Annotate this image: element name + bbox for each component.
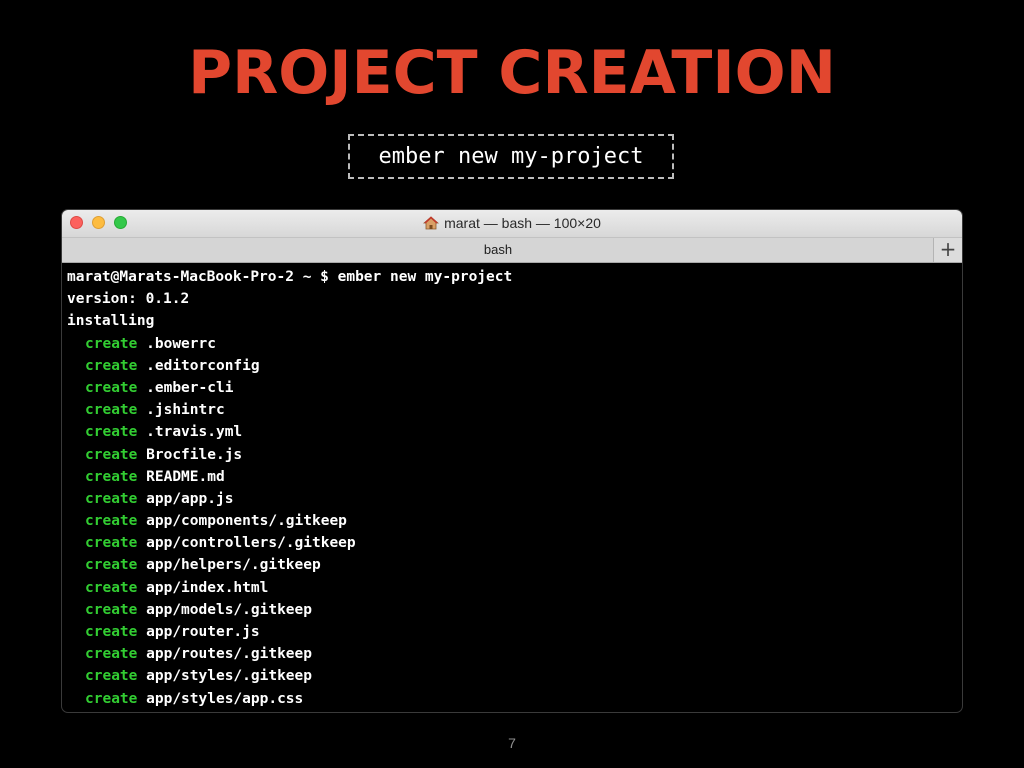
terminal-line: create .travis.yml (67, 421, 962, 443)
terminal-keyword: create (85, 624, 138, 640)
terminal-text: .travis.yml (146, 424, 243, 441)
terminal-keyword: create (85, 668, 138, 685)
terminal-line: create .editorconfig (67, 355, 962, 377)
terminal-line: create app/models/.gitkeep (67, 599, 962, 621)
terminal-text: marat@Marats-MacBook-Pro-2 ~ $ ember new… (67, 269, 513, 285)
terminal-line: create app/app.js (67, 488, 962, 510)
terminal-text: Brocfile.js (146, 446, 243, 463)
slide: PROJECT CREATION ember new my-project ma… (0, 0, 1024, 768)
terminal-keyword: create (85, 601, 138, 618)
window-title-text: marat — bash — 100×20 (444, 215, 601, 231)
terminal-line: installing (67, 310, 962, 332)
terminal-line: marat@Marats-MacBook-Pro-2 ~ $ ember new… (67, 266, 962, 288)
terminal-text: README.md (146, 468, 225, 485)
terminal-keyword: create (85, 490, 138, 507)
terminal-keyword: create (85, 446, 138, 463)
terminal-text: installing (67, 313, 155, 330)
terminal-line: create app/router.js (67, 621, 962, 643)
tab-bar: bash + (62, 237, 962, 263)
terminal-line: create Brocfile.js (67, 444, 962, 466)
home-icon (423, 212, 440, 239)
terminal-keyword: create (85, 424, 138, 441)
terminal-keyword: create (85, 335, 138, 352)
terminal-line: create app/styles/app.css (67, 688, 962, 710)
terminal-line: create app/routes/.gitkeep (67, 643, 962, 665)
terminal-text: app/app.js (146, 490, 234, 507)
terminal-text: app/routes/.gitkeep (146, 646, 312, 663)
terminal-text: app/controllers/.gitkeep (146, 535, 356, 552)
terminal-text: app/styles/.gitkeep (146, 668, 312, 685)
new-tab-button[interactable]: + (933, 238, 962, 262)
terminal-text: app/models/.gitkeep (146, 601, 312, 618)
terminal-text: app/components/.gitkeep (146, 513, 347, 530)
terminal-text: version: 0.1.2 (67, 291, 190, 308)
terminal-line: create app/controllers/.gitkeep (67, 532, 962, 554)
terminal-line: create .jshintrc (67, 399, 962, 421)
terminal-keyword: create (85, 646, 138, 663)
terminal-text: .bowerrc (146, 335, 216, 352)
command-box: ember new my-project (348, 134, 674, 179)
window-titlebar[interactable]: marat — bash — 100×20 (62, 210, 962, 237)
terminal-text: .editorconfig (146, 357, 260, 374)
terminal-line: create app/components/.gitkeep (67, 510, 962, 532)
terminal-text: app/router.js (146, 624, 260, 640)
terminal-line: create app/index.html (67, 577, 962, 599)
terminal-keyword: create (85, 690, 138, 707)
terminal-text: app/helpers/.gitkeep (146, 557, 321, 574)
terminal-keyword: create (85, 557, 138, 574)
terminal-keyword: create (85, 402, 138, 419)
window-title: marat — bash — 100×20 (62, 210, 962, 237)
terminal-keyword: create (85, 579, 138, 596)
terminal-output[interactable]: marat@Marats-MacBook-Pro-2 ~ $ ember new… (62, 263, 962, 710)
terminal-line: create app/styles/.gitkeep (67, 665, 962, 687)
terminal-keyword: create (85, 357, 138, 374)
terminal-text: .ember-cli (146, 379, 234, 396)
terminal-text: app/index.html (146, 579, 269, 596)
terminal-line: create .ember-cli (67, 377, 962, 399)
terminal-line: create .bowerrc (67, 333, 962, 355)
terminal-line: version: 0.1.2 (67, 288, 962, 310)
slide-title: PROJECT CREATION (188, 38, 836, 108)
terminal-text: app/styles/app.css (146, 690, 304, 707)
tab-bash[interactable]: bash (62, 238, 934, 262)
terminal-keyword: create (85, 379, 138, 396)
terminal-window: marat — bash — 100×20 bash + marat@Marat… (62, 210, 962, 712)
terminal-text: .jshintrc (146, 402, 225, 419)
terminal-line: create README.md (67, 466, 962, 488)
terminal-keyword: create (85, 468, 138, 485)
terminal-keyword: create (85, 535, 138, 552)
page-number: 7 (508, 735, 516, 751)
terminal-line: create app/helpers/.gitkeep (67, 554, 962, 576)
terminal-keyword: create (85, 513, 138, 530)
